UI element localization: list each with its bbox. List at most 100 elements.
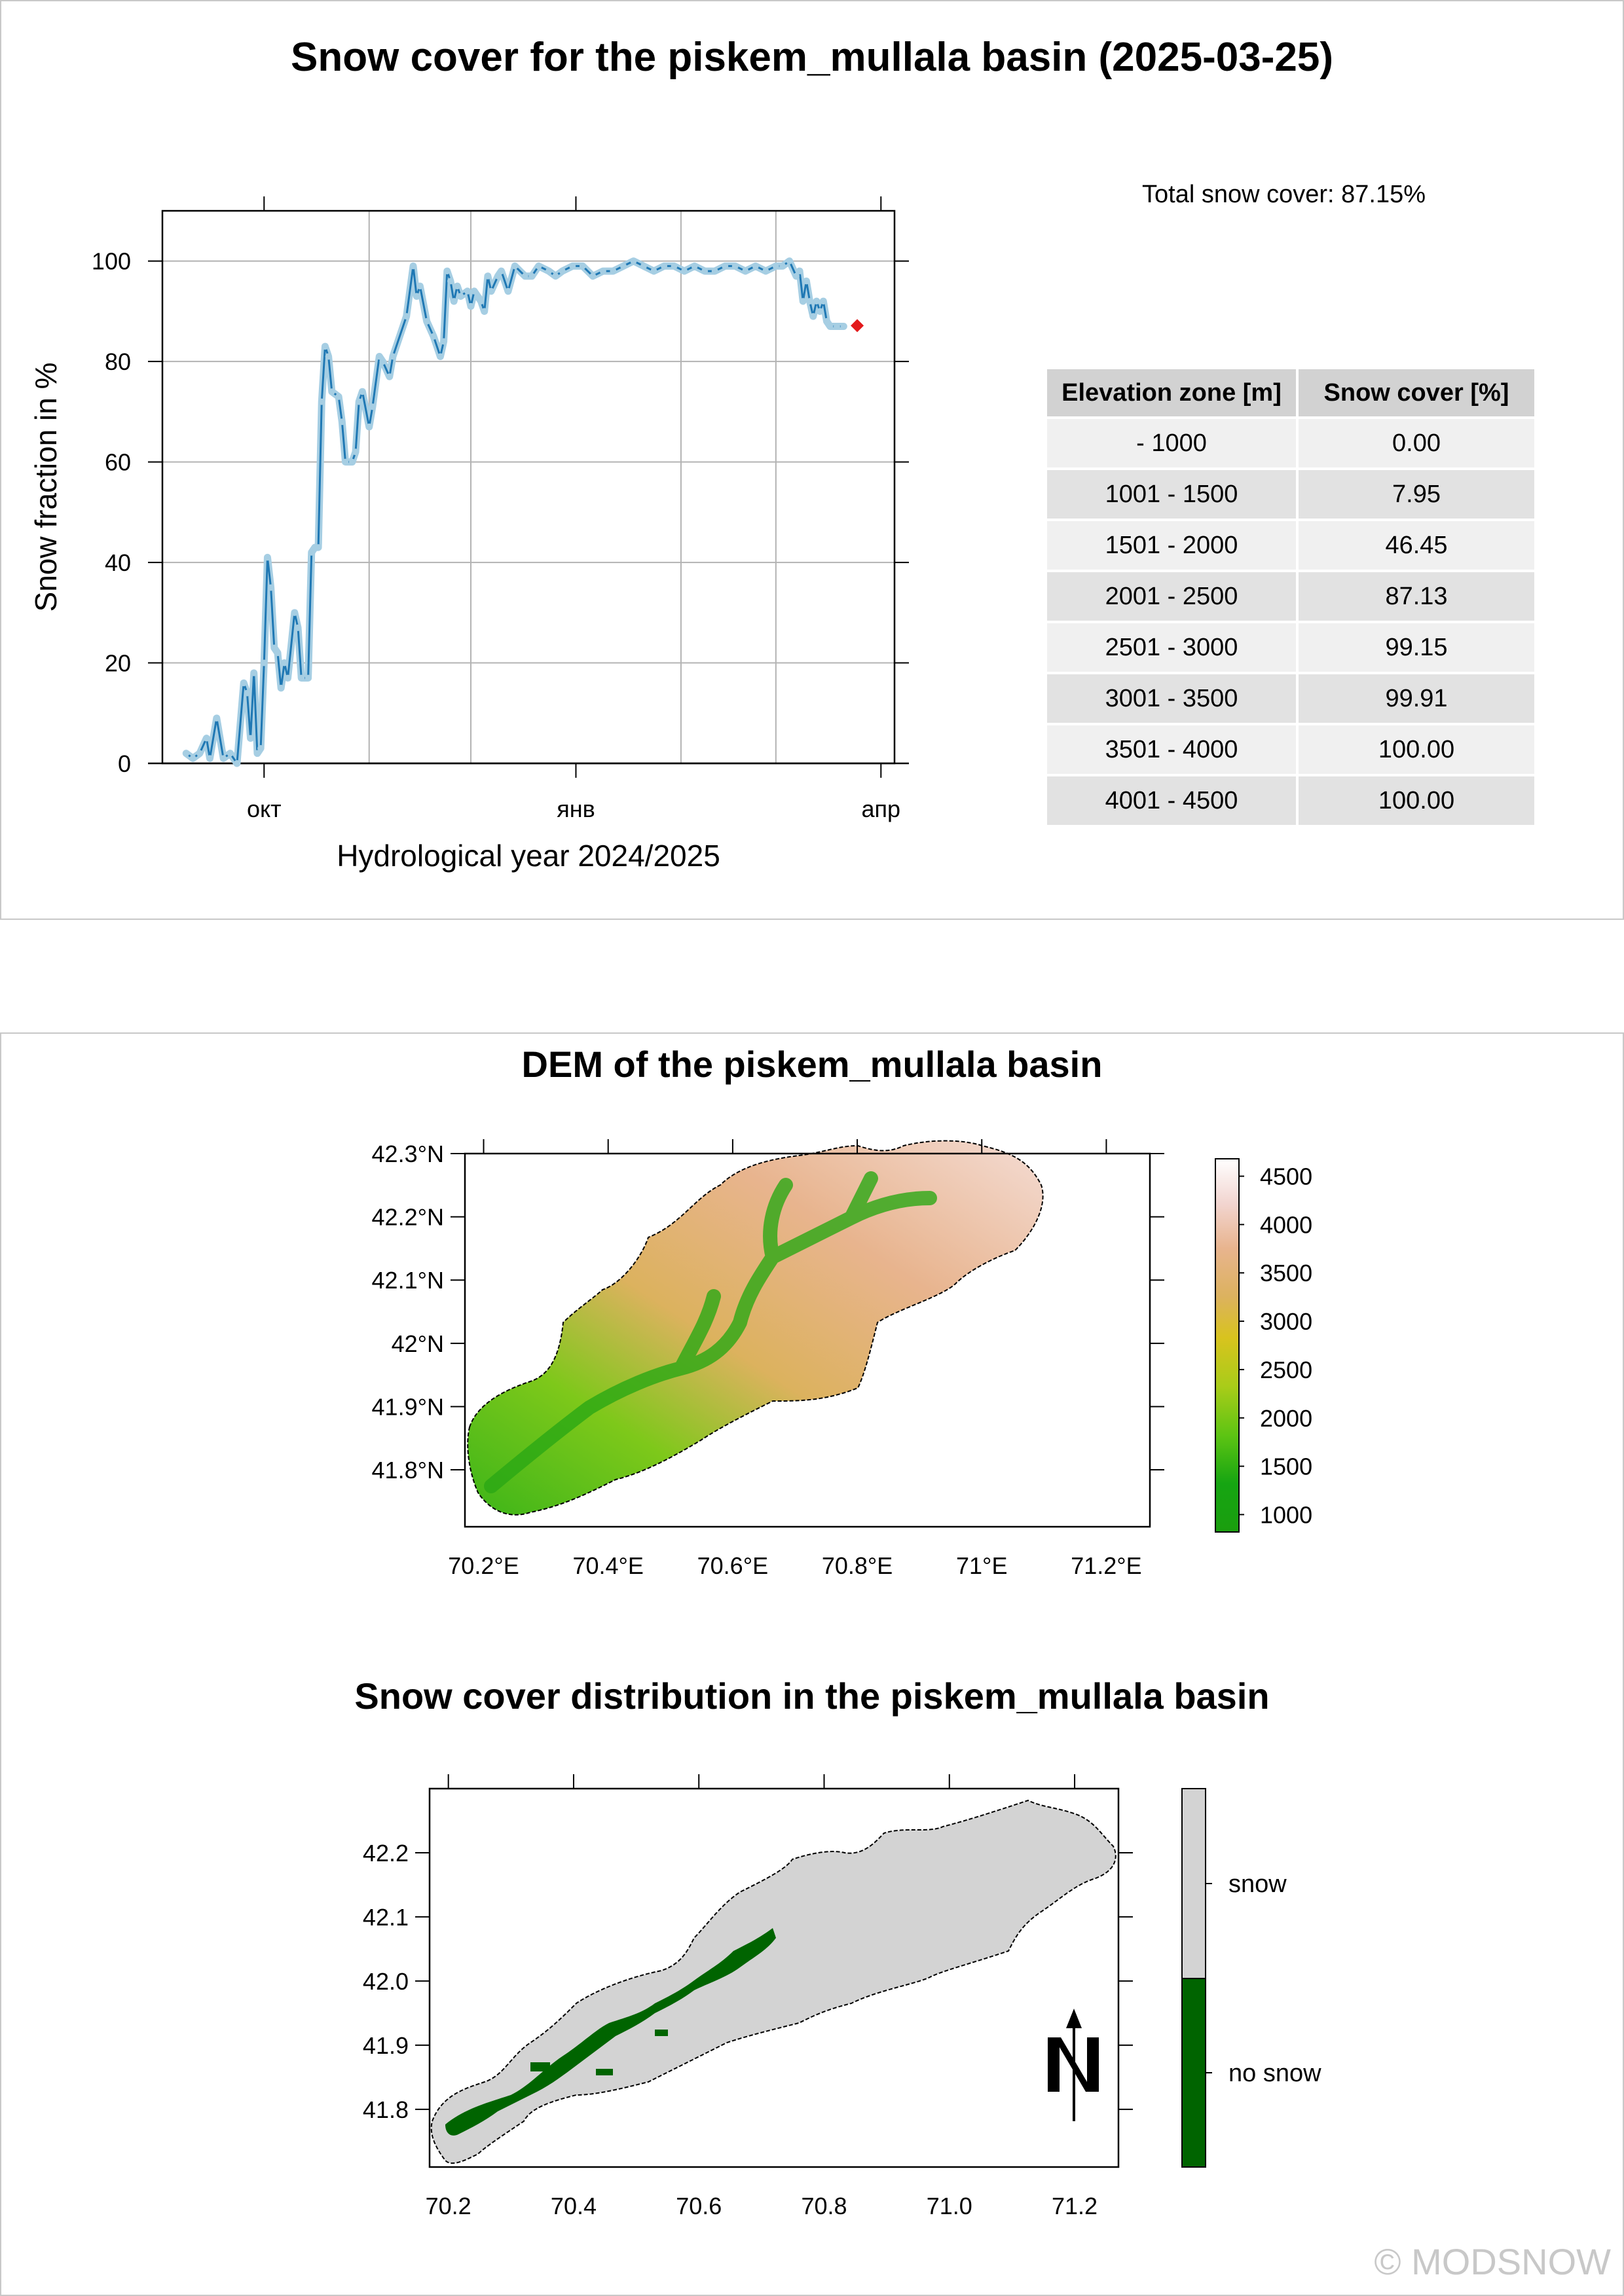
data-point <box>619 263 627 270</box>
data-point <box>820 298 827 305</box>
snow-cover-cell: 7.95 <box>1299 470 1534 519</box>
x-tick-label: апр <box>862 795 901 822</box>
data-point <box>440 338 447 345</box>
data-point <box>809 313 817 320</box>
dem-legend-label: 4000 <box>1260 1211 1312 1238</box>
data-point <box>348 458 356 465</box>
elevation-table: Elevation zone [m] Snow cover [%] - 1000… <box>1044 367 1537 828</box>
snow-cover-cell: 46.45 <box>1299 521 1534 570</box>
data-point <box>325 353 332 360</box>
no-snow-patch-3 <box>655 2030 668 2036</box>
data-point <box>284 674 291 682</box>
x-tick-label: янв <box>557 795 595 822</box>
dem-y-tick-label: 42.3°N <box>372 1140 444 1167</box>
data-point <box>504 287 511 295</box>
y-tick-label: 0 <box>118 750 131 777</box>
snow-x-tick-label: 70.2 <box>426 2193 471 2219</box>
snow-y-tick-label: 41.9 <box>363 2032 409 2059</box>
main-title: Snow cover for the piskem_mullala basin … <box>291 35 1333 80</box>
data-point <box>559 268 566 275</box>
north-arrow-icon <box>1048 2009 1099 2121</box>
data-point <box>599 268 606 275</box>
data-point <box>457 293 464 300</box>
snow-map: 70.2 70.4 70.6 70.8 71.0 71.2 42.2 42.1 42.0 41.9… <box>363 1774 1321 2219</box>
data-point <box>213 714 220 721</box>
data-point <box>206 755 213 762</box>
y-tick-label: 100 <box>92 248 131 275</box>
data-point <box>498 268 505 275</box>
dem-y-tick-label: 41.8°N <box>372 1457 444 1484</box>
data-point <box>359 388 366 395</box>
table-row: - 1000 0.00 <box>1047 419 1534 467</box>
data-point <box>477 298 485 305</box>
no-snow-patch-2 <box>596 2069 613 2075</box>
data-point <box>416 283 424 290</box>
data-point <box>661 263 668 270</box>
snow-basin-shape <box>430 1799 1116 2164</box>
dem-basin-shape <box>467 1140 1044 1516</box>
data-point <box>257 744 265 752</box>
elevation-zone-cell: 4001 - 4500 <box>1047 776 1296 825</box>
table-row: 2001 - 2500 87.13 <box>1047 572 1534 621</box>
y-tick-label: 20 <box>105 650 131 677</box>
data-point <box>610 268 617 275</box>
data-point <box>826 323 834 330</box>
current-value-marker <box>851 319 864 333</box>
elevation-zone-cell: 1001 - 1500 <box>1047 470 1296 519</box>
data-point <box>731 263 739 270</box>
data-point <box>796 268 803 275</box>
timeseries-ylabel: Snow fraction in % <box>29 363 63 612</box>
data-point <box>691 263 698 270</box>
data-point <box>291 609 298 616</box>
snow-cover-cell: 99.15 <box>1299 623 1534 672</box>
data-point <box>711 268 718 275</box>
data-point <box>203 735 210 742</box>
timeseries-xlabel: Hydrological year 2024/2025 <box>337 839 720 873</box>
dem-x-tick-label: 71°E <box>956 1552 1007 1579</box>
dem-x-tick-label: 70.2°E <box>448 1552 519 1579</box>
data-point <box>569 263 576 270</box>
data-point <box>244 689 251 697</box>
data-point <box>413 293 420 300</box>
snow-cover-cell: 100.00 <box>1299 725 1534 774</box>
data-point <box>834 323 841 330</box>
snow-y-tick-label: 42.0 <box>363 1968 409 1995</box>
data-point <box>403 313 410 320</box>
data-point <box>233 760 240 767</box>
data-point <box>589 272 597 280</box>
dem-y-tick-label: 42.2°N <box>372 1204 444 1231</box>
dem-legend-label: 1000 <box>1260 1501 1312 1528</box>
data-point <box>430 333 437 340</box>
data-point <box>511 263 519 270</box>
data-point <box>742 268 749 275</box>
data-point <box>240 680 248 687</box>
data-point <box>630 257 637 264</box>
data-point <box>779 263 786 270</box>
data-point <box>786 257 793 264</box>
elevation-zone-cell: 2001 - 2500 <box>1047 572 1296 621</box>
data-point <box>488 287 495 295</box>
snow-cover-cell: 100.00 <box>1299 776 1534 825</box>
elevation-zone-cell: 3501 - 4000 <box>1047 725 1296 774</box>
y-tick-label: 60 <box>105 449 131 476</box>
data-point <box>227 750 234 757</box>
data-point <box>274 649 281 657</box>
snow-y-tick-label: 41.8 <box>363 2096 409 2123</box>
snow-x-tick-label: 70.8 <box>801 2193 847 2219</box>
data-point <box>454 283 461 290</box>
elevation-zone-cell: 3001 - 3500 <box>1047 674 1296 723</box>
data-point <box>722 263 729 270</box>
data-point <box>671 263 678 270</box>
data-point <box>304 674 312 682</box>
data-point <box>335 393 342 400</box>
data-point <box>352 448 360 456</box>
data-point <box>481 308 488 315</box>
snow-x-tick-label: 71.2 <box>1052 2193 1098 2219</box>
data-point <box>423 318 430 325</box>
table-header-snow-cover: Snow cover [%] <box>1299 369 1534 416</box>
total-snow-cover: Total snow cover: 87.15% <box>1142 181 1426 208</box>
data-point <box>803 278 810 285</box>
snow-map-title: Snow cover distribution in the piskem_mu… <box>354 1675 1270 1717</box>
table-row: 3001 - 3500 99.91 <box>1047 674 1534 723</box>
legend-no-snow-swatch <box>1181 1978 1206 2168</box>
